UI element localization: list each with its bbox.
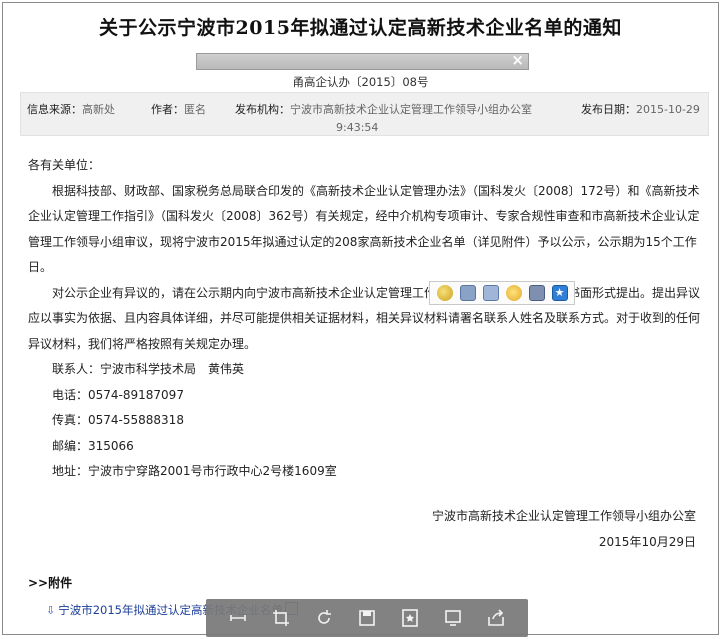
page-title: 关于公示宁波市2015年拟通过认定高新技术企业名单的通知 [99, 17, 622, 39]
emoji-icon[interactable] [505, 285, 522, 301]
meta-date-label: 发布日期： [581, 103, 636, 116]
meta-date-value: 2015-10-29 [636, 103, 700, 116]
meta-source: 信息来源：高新处 [27, 101, 115, 117]
contact-person: 联系人：宁波市科学技术局 黄伟英 [52, 362, 245, 376]
contact-fax: 传真：0574-55888318 [52, 413, 184, 427]
document-number: 甬高企认办〔2015〕08号 [292, 75, 429, 89]
meta-publisher-value: 宁波市高新技术企业认定管理工作领导小组办公室 [290, 103, 532, 116]
floating-toolbar: ★ [429, 281, 575, 305]
close-icon[interactable]: × [511, 51, 524, 69]
paragraph-2: 对公示企业有异议的，请在公示期内向宁波市高新技术企业认定管理工作领导小组办公室以… [28, 285, 701, 351]
image-viewer-toolbar [206, 599, 528, 637]
bookmark-icon[interactable]: ★ [551, 285, 568, 301]
share-icon[interactable] [485, 607, 507, 629]
meta-publisher: 发布机构：宁波市高新技术企业认定管理工作领导小组办公室 [235, 101, 532, 117]
save-icon[interactable] [356, 607, 378, 629]
document-window: 关于公示宁波市2015年拟通过认定高新技术企业名单的通知 × 甬高企认办〔201… [2, 2, 719, 637]
rotate-icon[interactable] [313, 607, 335, 629]
meta-author: 作者：匿名 [151, 101, 206, 117]
smiley-icon[interactable] [436, 285, 453, 301]
download-arrow-icon: ⇩ [46, 604, 56, 617]
attachments-header: >>附件 [28, 576, 73, 590]
contact-address: 地址：宁波市宁穿路2001号市行政中心2号楼1609室 [52, 464, 337, 478]
monitor-icon[interactable] [482, 285, 499, 301]
meta-author-label: 作者： [151, 103, 184, 116]
overlay-bar: × [196, 51, 529, 70]
meta-publisher-label: 发布机构： [235, 103, 290, 116]
signature-date: 2015年10月29日 [598, 535, 696, 549]
screen-icon[interactable] [442, 607, 464, 629]
signature-org: 宁波市高新技术企业认定管理工作领导小组办公室 [431, 509, 696, 523]
meta-date: 发布日期：2015-10-29 [581, 101, 700, 117]
paragraph-1: 根据科技部、财政部、国家税务总局联合印发的《高新技术企业认定管理办法》（国科发火… [28, 183, 700, 275]
meta-time-value: 9:43:54 [336, 121, 379, 134]
star-icon[interactable] [399, 607, 421, 629]
image-icon[interactable] [528, 285, 545, 301]
meta-author-value: 匿名 [184, 103, 206, 116]
fit-icon[interactable] [227, 607, 249, 629]
crop-icon[interactable] [270, 607, 292, 629]
meta-bar: 信息来源：高新处 作者：匿名 发布机构：宁波市高新技术企业认定管理工作领导小组办… [20, 92, 709, 136]
contact-postcode: 邮编：315066 [52, 438, 134, 453]
article-body: 各有关单位： 根据科技部、财政部、国家税务总局联合印发的《高新技术企业认定管理办… [28, 153, 704, 485]
salutation: 各有关单位： [28, 158, 101, 172]
save-icon[interactable] [459, 285, 476, 301]
meta-source-value: 高新处 [82, 103, 115, 116]
contact-phone: 电话：0574-89187097 [52, 387, 184, 402]
meta-source-label: 信息来源： [27, 103, 82, 116]
